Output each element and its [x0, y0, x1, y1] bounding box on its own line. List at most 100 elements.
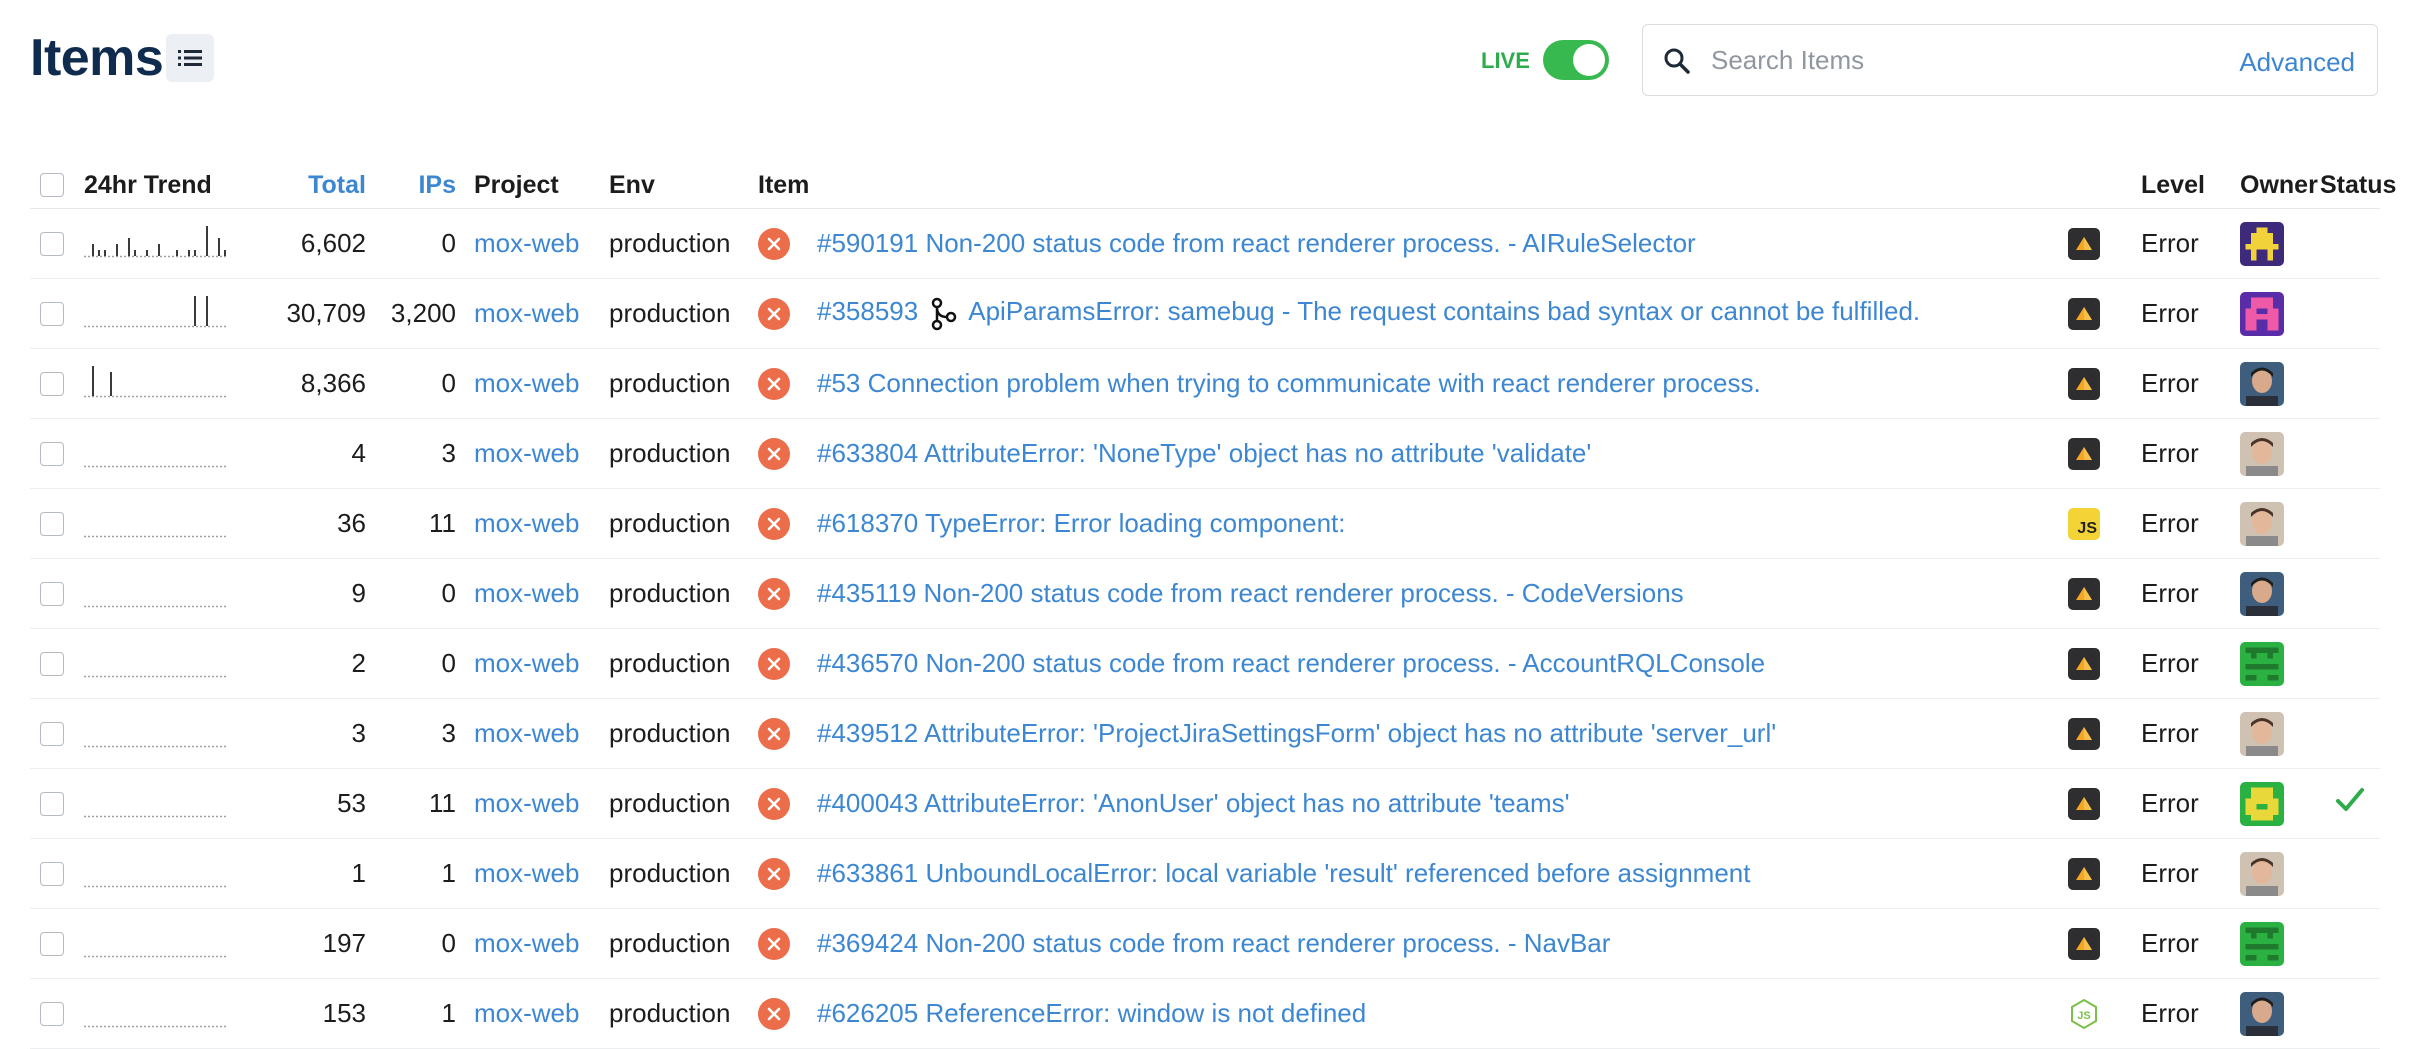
table-row[interactable]: 9 0 mox-web production #435119 Non-200 statu…: [30, 558, 2380, 629]
item-title-link[interactable]: #369424 Non-200 status code from react r…: [817, 928, 1610, 958]
item-title-link[interactable]: #626205 ReferenceError: window is not de…: [817, 998, 1366, 1028]
project-link[interactable]: mox-web: [456, 208, 591, 279]
env-label: production: [591, 418, 742, 489]
project-link[interactable]: mox-web: [456, 768, 591, 839]
ips-count: 1: [366, 838, 456, 909]
item-title-link[interactable]: #400043 AttributeError: 'AnonUser' objec…: [817, 788, 1570, 818]
project-link[interactable]: mox-web: [456, 698, 591, 769]
trend-cell: [84, 348, 260, 419]
table-row[interactable]: 6,602 0 mox-web production #590191 Non-200 s…: [30, 208, 2380, 279]
error-icon: [758, 997, 790, 1030]
level-label: Error: [2131, 348, 2228, 419]
status-cell: [2320, 628, 2380, 699]
table-row[interactable]: 153 1 mox-web production #626205 ReferenceEr…: [30, 978, 2380, 1049]
project-link[interactable]: mox-web: [456, 558, 591, 629]
select-all-checkbox[interactable]: [40, 173, 64, 197]
row-checkbox[interactable]: [40, 791, 64, 816]
owner-cell: [2228, 908, 2320, 979]
framework-cell: [2068, 348, 2131, 419]
python-icon: [2068, 367, 2100, 400]
row-checkbox[interactable]: [40, 1001, 64, 1026]
status-cell: [2320, 698, 2380, 769]
advanced-search-link[interactable]: Advanced: [2239, 47, 2355, 78]
table-row[interactable]: 8,366 0 mox-web production #53 Connection pr…: [30, 348, 2380, 419]
row-checkbox[interactable]: [40, 721, 64, 746]
table-row[interactable]: 30,709 3,200 mox-web production #358593 ApiPa…: [30, 278, 2380, 349]
error-icon: [758, 437, 790, 470]
item-title-link[interactable]: #439512 AttributeError: 'ProjectJiraSett…: [817, 718, 1776, 748]
item-title-link[interactable]: #435119 Non-200 status code from react r…: [817, 578, 1684, 608]
live-toggle[interactable]: [1543, 40, 1609, 80]
row-checkbox[interactable]: [40, 651, 64, 676]
table-row[interactable]: 4 3 mox-web production #633804 AttributeErro…: [30, 418, 2380, 489]
item-title-link[interactable]: #618370 TypeError: Error loading compone…: [817, 508, 1346, 538]
framework-cell: [2068, 768, 2131, 839]
trend-sparkline: [84, 745, 228, 747]
item-title-cell: #633804 AttributeError: 'NoneType' objec…: [817, 418, 2068, 489]
project-link[interactable]: mox-web: [456, 908, 591, 979]
python-icon: [2068, 577, 2100, 610]
row-select-cell: [30, 208, 84, 279]
level-label: Error: [2131, 418, 2228, 489]
row-checkbox[interactable]: [40, 861, 64, 886]
row-checkbox[interactable]: [40, 441, 64, 466]
status-cell: [2320, 838, 2380, 909]
project-link[interactable]: mox-web: [456, 278, 591, 349]
project-link[interactable]: mox-web: [456, 488, 591, 559]
owner-avatar[interactable]: [2240, 991, 2284, 1036]
item-title-link[interactable]: #633861 UnboundLocalError: local variabl…: [817, 858, 1751, 888]
col-status: Status: [2320, 162, 2396, 209]
row-checkbox[interactable]: [40, 581, 64, 606]
row-checkbox[interactable]: [40, 511, 64, 536]
sparkline-bar: [176, 249, 178, 256]
project-link[interactable]: mox-web: [456, 628, 591, 699]
item-title-link[interactable]: #53 Connection problem when trying to co…: [817, 368, 1761, 398]
owner-avatar[interactable]: [2240, 781, 2284, 826]
col-ips[interactable]: IPs: [366, 162, 456, 209]
list-view-button[interactable]: [166, 34, 214, 82]
table-row[interactable]: 3 3 mox-web production #439512 AttributeErro…: [30, 698, 2380, 769]
owner-avatar[interactable]: [2240, 641, 2284, 686]
item-title-link[interactable]: #358593: [817, 296, 918, 326]
row-checkbox[interactable]: [40, 931, 64, 956]
col-env: Env: [591, 162, 742, 209]
level-icon-cell: [742, 698, 817, 769]
owner-avatar[interactable]: [2240, 221, 2284, 266]
env-label: production: [591, 908, 742, 979]
row-checkbox[interactable]: [40, 231, 64, 256]
sparkline-bar: [194, 295, 196, 326]
owner-avatar[interactable]: [2240, 431, 2284, 476]
table-row[interactable]: 197 0 mox-web production #369424 Non-200 sta…: [30, 908, 2380, 979]
level-label: Error: [2131, 768, 2228, 839]
table-row[interactable]: 36 11 mox-web production #618370 TypeError: …: [30, 488, 2380, 559]
item-title-link[interactable]: #590191 Non-200 status code from react r…: [817, 228, 1696, 258]
table-row[interactable]: 1 1 mox-web production #633861 UnboundLocalE…: [30, 838, 2380, 909]
framework-cell: [2068, 698, 2131, 769]
owner-avatar[interactable]: [2240, 921, 2284, 966]
owner-avatar[interactable]: [2240, 291, 2284, 336]
project-link[interactable]: mox-web: [456, 978, 591, 1049]
level-icon-cell: [742, 558, 817, 629]
owner-avatar[interactable]: [2240, 711, 2284, 756]
owner-avatar[interactable]: [2240, 361, 2284, 406]
item-title-link[interactable]: ApiParamsError: samebug - The request co…: [968, 296, 1920, 326]
project-link[interactable]: mox-web: [456, 838, 591, 909]
search-input[interactable]: [1709, 39, 2213, 81]
project-link[interactable]: mox-web: [456, 348, 591, 419]
col-item: Item: [742, 162, 2068, 209]
owner-avatar[interactable]: [2240, 571, 2284, 616]
row-checkbox[interactable]: [40, 371, 64, 396]
item-title-link[interactable]: #633804 AttributeError: 'NoneType' objec…: [817, 438, 1591, 468]
table-row[interactable]: 2 0 mox-web production #436570 Non-200 statu…: [30, 628, 2380, 699]
row-checkbox[interactable]: [40, 301, 64, 326]
level-icon-cell: [742, 488, 817, 559]
project-link[interactable]: mox-web: [456, 418, 591, 489]
row-select-cell: [30, 768, 84, 839]
col-total[interactable]: Total: [260, 162, 366, 209]
owner-avatar[interactable]: [2240, 501, 2284, 546]
ips-count: 0: [366, 208, 456, 279]
table-row[interactable]: 53 11 mox-web production #400043 AttributeEr…: [30, 768, 2380, 839]
item-title-link[interactable]: #436570 Non-200 status code from react r…: [817, 648, 1765, 678]
level-label: Error: [2131, 558, 2228, 629]
owner-avatar[interactable]: [2240, 851, 2284, 896]
